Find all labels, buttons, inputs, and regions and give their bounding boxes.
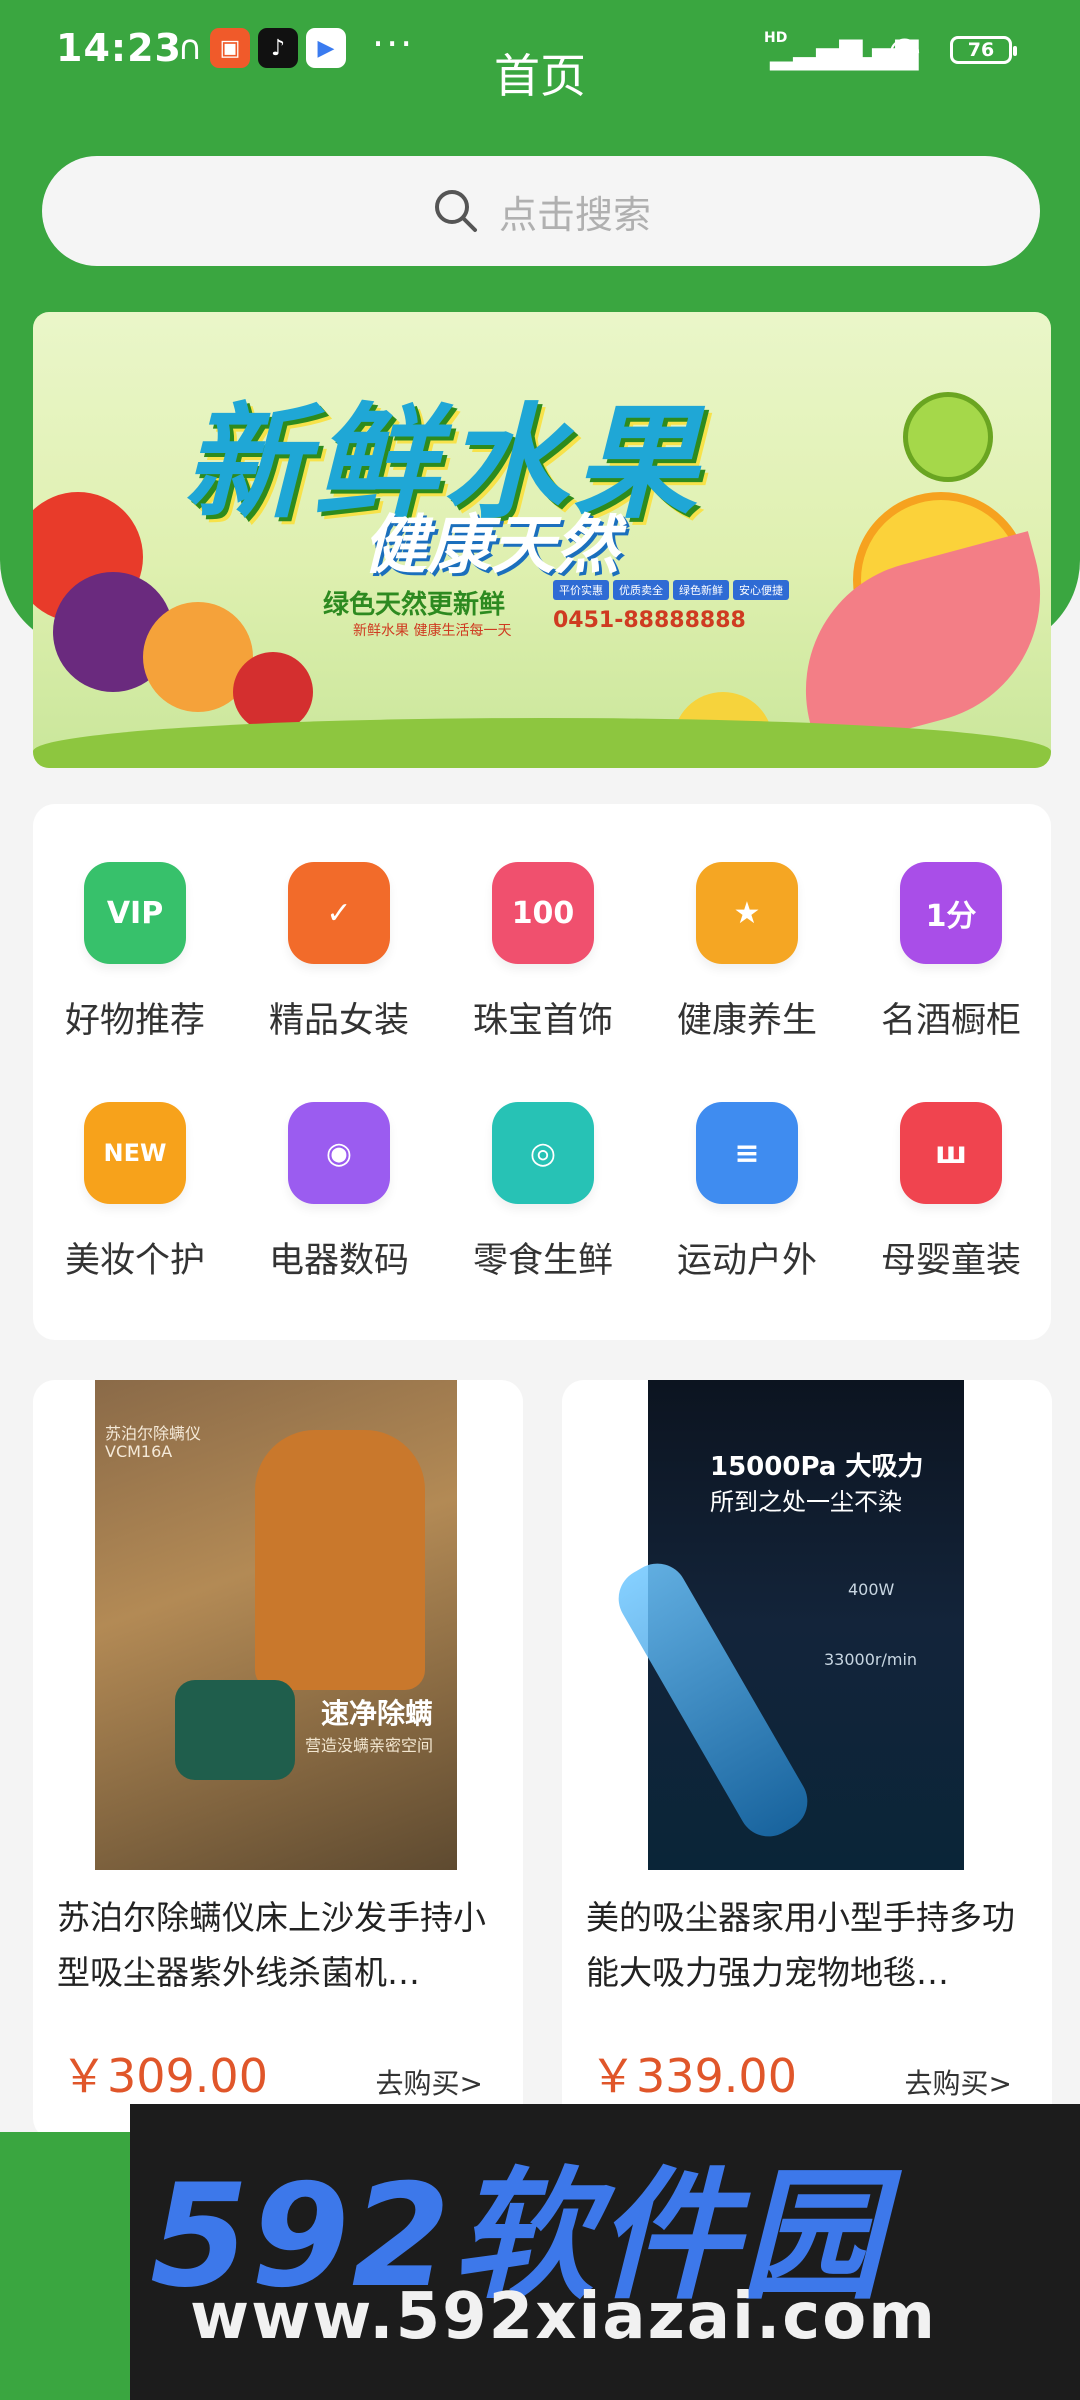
category-item[interactable]: ◎ 零食生鲜 [441, 1094, 645, 1314]
banner-tagline-2: 新鲜水果 健康生活每一天 [353, 623, 512, 639]
category-label: 珠宝首饰 [472, 1001, 613, 1041]
banner-pill: 安心便捷 [733, 580, 789, 600]
banner-pill: 优质卖全 [613, 580, 669, 600]
category-label: 健康养生 [676, 1001, 817, 1041]
basket-icon: ш [900, 1102, 1002, 1204]
lime-slice-decoration [903, 392, 993, 482]
product-image-title: 15000Pa 大吸力 [710, 1452, 924, 1482]
category-label: 名酒橱柜 [880, 1001, 1021, 1041]
category-item[interactable]: ★ 健康养生 [645, 854, 849, 1074]
new-badge-icon: NEW [84, 1102, 186, 1204]
banner-pills: 平价实惠 优质卖全 绿色新鲜 安心便捷 [553, 580, 789, 600]
buy-button[interactable]: 去购买> [376, 2062, 483, 2102]
product-image-subtitle: 营造没螨亲密空间 [305, 1736, 434, 1755]
medal-icon: ★ [696, 862, 798, 964]
product-image-title: 速净除螨 [321, 1697, 434, 1730]
category-item[interactable]: VIP 好物推荐 [33, 854, 237, 1074]
category-item[interactable]: ✓ 精品女装 [237, 854, 441, 1074]
product-image-brand: 苏泊尔除螨仪 [105, 1424, 202, 1443]
product-image-spec-1: 400W [848, 1580, 895, 1599]
product-image-subtitle: 所到之处一尘不染 [710, 1488, 902, 1516]
product-image-model: VCM16A [105, 1442, 173, 1461]
product-card[interactable]: 15000Pa 大吸力 所到之处一尘不染 400W 33000r/min 美的吸… [562, 1380, 1052, 2140]
watermark-overlay: 592软件园 www.592xiazai.com [130, 2104, 1080, 2400]
category-label: 零食生鲜 [472, 1241, 613, 1281]
hundred-icon: 100 [492, 862, 594, 964]
product-image[interactable]: 苏泊尔除螨仪 VCM16A 速净除螨 营造没螨亲密空间 [95, 1380, 457, 1870]
buy-button[interactable]: 去购买> [905, 2062, 1012, 2102]
model-figure-decoration [255, 1430, 425, 1690]
watermark-url: www.592xiazai.com [190, 2280, 937, 2354]
banner-pill: 平价实惠 [553, 580, 609, 600]
category-label: 好物推荐 [64, 1001, 205, 1041]
banner-subtitle: 健康天然 [363, 509, 619, 583]
category-label: 母婴童装 [880, 1241, 1021, 1281]
category-item[interactable]: 1分 名酒橱柜 [849, 854, 1053, 1074]
banner-pill: 绿色新鲜 [673, 580, 729, 600]
list-icon: ≡ [696, 1102, 798, 1204]
category-label: 电器数码 [268, 1241, 409, 1281]
category-grid: VIP 好物推荐 ✓ 精品女装 100 珠宝首饰 ★ 健康养生 1分 名酒橱柜 … [33, 804, 1051, 1340]
vacuum-decoration [607, 1552, 819, 1848]
product-card[interactable]: 苏泊尔除螨仪 VCM16A 速净除螨 营造没螨亲密空间 苏泊尔除螨仪床上沙发手持… [33, 1380, 523, 2140]
check-bag-icon: ✓ [288, 862, 390, 964]
search-placeholder: 点击搜索 [498, 192, 651, 237]
category-item[interactable]: ≡ 运动户外 [645, 1094, 849, 1314]
category-label: 美妆个护 [64, 1241, 205, 1281]
category-label: 精品女装 [268, 1001, 409, 1041]
category-item[interactable]: ◉ 电器数码 [237, 1094, 441, 1314]
category-label: 运动户外 [676, 1241, 817, 1281]
promo-banner[interactable]: 新鲜水果 健康天然 绿色天然更新鲜 新鲜水果 健康生活每一天 平价实惠 优质卖全… [33, 312, 1051, 768]
category-item[interactable]: NEW 美妆个护 [33, 1094, 237, 1314]
product-name: 美的吸尘器家用小型手持多功能大吸力强力宠物地毯… [586, 1898, 1015, 1992]
page-title: 首页 [494, 49, 586, 103]
vip-icon: VIP [84, 862, 186, 964]
banner-tagline: 绿色天然更新鲜 [323, 590, 506, 620]
search-icon [434, 190, 477, 232]
cherry-decoration [233, 652, 313, 732]
category-item[interactable]: ш 母婴童装 [849, 1094, 1053, 1314]
product-image-spec-2: 33000r/min [824, 1650, 918, 1669]
ring-icon: ◎ [492, 1102, 594, 1204]
planet-icon: ◉ [288, 1102, 390, 1204]
category-item[interactable]: 100 珠宝首饰 [441, 854, 645, 1074]
banner-phone: 0451-88888888 [553, 608, 746, 633]
device-decoration [175, 1680, 295, 1780]
product-price: ￥339.00 [590, 2049, 797, 2103]
product-image[interactable]: 15000Pa 大吸力 所到之处一尘不染 400W 33000r/min [607, 1380, 964, 1870]
watermelon-decoration [776, 531, 1051, 753]
money-bag-icon: 1分 [900, 862, 1002, 964]
product-name: 苏泊尔除螨仪床上沙发手持小型吸尘器紫外线杀菌机… [57, 1898, 486, 1992]
product-price: ￥309.00 [61, 2049, 268, 2103]
search-input[interactable]: 点击搜索 [42, 156, 1040, 266]
